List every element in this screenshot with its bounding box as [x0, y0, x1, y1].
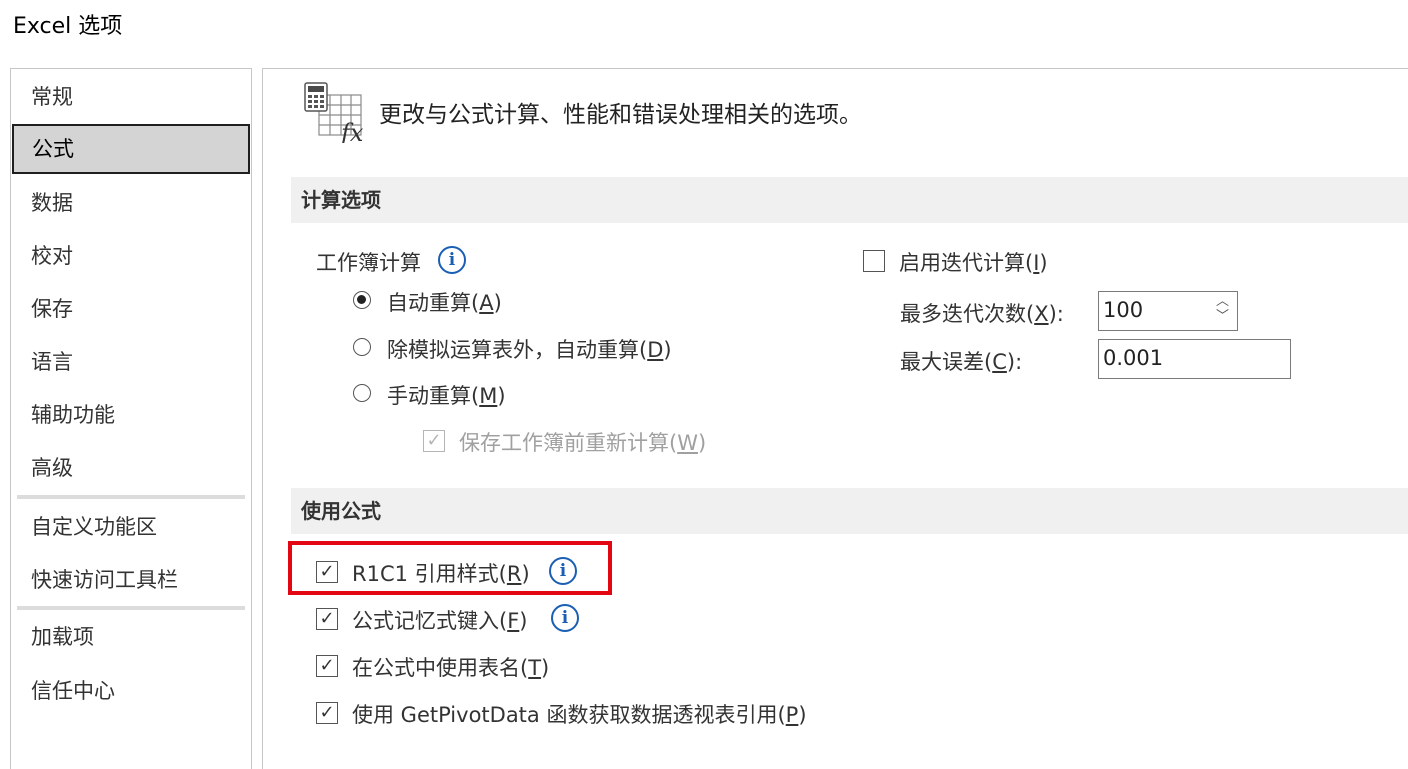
max-iterations-value: 100 [1103, 298, 1144, 322]
sidebar-item-save[interactable]: 保存 [11, 284, 251, 334]
recalc-before-save-label: 保存工作簿前重新计算(W) [459, 431, 707, 455]
max-change-label: 最大误差(C): [900, 350, 1023, 374]
section-header-calculation: 计算选项 [291, 177, 1408, 223]
formula-calculator-icon: fx [304, 82, 364, 143]
sidebar-item-accessibility[interactable]: 辅助功能 [11, 390, 251, 440]
max-change-input[interactable]: 0.001 [1098, 339, 1291, 379]
formula-autocomplete-checkbox[interactable]: ✓ [316, 608, 338, 630]
svg-text:fx: fx [339, 119, 364, 143]
highlight-box [288, 541, 612, 595]
sidebar-item-proofing[interactable]: 校对 [11, 231, 251, 281]
workbook-calculation-label: 工作簿计算 [316, 251, 421, 275]
max-iterations-label: 最多迭代次数(X): [900, 302, 1064, 326]
formula-autocomplete-label[interactable]: 公式记忆式键入(F) [352, 605, 528, 635]
sidebar-item-data[interactable]: 数据 [11, 178, 251, 228]
table-names-checkbox[interactable]: ✓ [316, 655, 338, 677]
recalc-before-save-checkbox: ✓ [423, 430, 445, 452]
sidebar-divider [17, 606, 245, 610]
max-iterations-input[interactable]: 100 ︿ ﹀ [1098, 291, 1238, 331]
sidebar-item-language[interactable]: 语言 [11, 337, 251, 387]
radio-manual-label[interactable]: 手动重算(M) [387, 380, 506, 410]
sidebar-item-general[interactable]: 常规 [11, 72, 251, 122]
table-names-label[interactable]: 在公式中使用表名(T) [352, 652, 549, 682]
options-content: fx 更改与公式计算、性能和错误处理相关的选项。 计算选项 工作簿计算 i 自动… [262, 68, 1408, 769]
radio-automatic[interactable] [353, 291, 371, 309]
info-icon[interactable]: i [438, 246, 466, 274]
radio-manual[interactable] [353, 384, 371, 402]
max-change-value: 0.001 [1103, 346, 1164, 370]
sidebar-item-add-ins[interactable]: 加载项 [11, 612, 251, 662]
sidebar-item-customize-ribbon[interactable]: 自定义功能区 [11, 502, 251, 552]
getpivotdata-checkbox[interactable]: ✓ [316, 702, 338, 724]
window-title: Excel 选项 [13, 14, 123, 39]
options-sidebar: 常规 公式 数据 校对 保存 语言 辅助功能 高级 自定义功能区 快速访问工具栏… [10, 68, 252, 769]
radio-automatic-except-tables[interactable] [353, 338, 371, 356]
iterative-calculation-label[interactable]: 启用迭代计算(I) [899, 247, 1048, 277]
section-header-formulas: 使用公式 [291, 488, 1408, 534]
radio-automatic-except-tables-label[interactable]: 除模拟运算表外，自动重算(D) [387, 334, 672, 364]
page-description: 更改与公式计算、性能和错误处理相关的选项。 [379, 102, 862, 128]
sidebar-item-advanced[interactable]: 高级 [11, 443, 251, 493]
sidebar-item-quick-access-toolbar[interactable]: 快速访问工具栏 [11, 555, 251, 605]
spin-buttons[interactable]: ︿ ﹀ [1216, 294, 1229, 324]
info-icon[interactable]: i [551, 604, 579, 632]
chevron-down-icon[interactable]: ﹀ [1216, 309, 1229, 324]
radio-automatic-label[interactable]: 自动重算(A) [387, 287, 502, 317]
getpivotdata-label[interactable]: 使用 GetPivotData 函数获取数据透视表引用(P) [352, 699, 807, 729]
sidebar-divider [17, 495, 245, 499]
sidebar-item-trust-center[interactable]: 信任中心 [11, 666, 251, 716]
chevron-up-icon[interactable]: ︿ [1216, 294, 1229, 309]
sidebar-item-formulas[interactable]: 公式 [12, 124, 250, 174]
iterative-calculation-checkbox[interactable] [863, 250, 885, 272]
